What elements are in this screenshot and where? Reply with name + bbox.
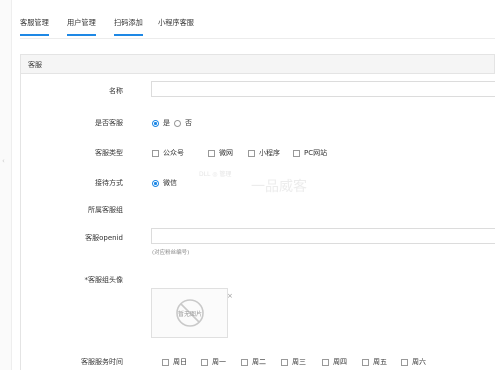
- weekday-sunday[interactable]: 周日: [162, 357, 187, 367]
- openid-input[interactable]: [151, 228, 495, 244]
- openid-hint: (对应粉丝编号): [152, 250, 190, 256]
- weekday-tuesday[interactable]: 周二: [241, 357, 266, 367]
- checkbox-icon: [201, 358, 208, 366]
- radio-checked-icon: [152, 119, 159, 127]
- tab-bar: 客服管理 用户管理 扫码添加 小程序客服: [20, 13, 495, 39]
- is-service-label: 是否客服: [95, 119, 123, 127]
- checkbox-icon: [152, 149, 159, 157]
- checkbox-icon: [241, 358, 248, 366]
- service-type-label: 客服类型: [95, 149, 123, 157]
- weekday-saturday-label: 周六: [412, 358, 426, 366]
- weekday-tuesday-label: 周二: [252, 358, 266, 366]
- watermark-logo: 一品威客: [251, 179, 307, 195]
- weekday-thursday-label: 周四: [333, 358, 347, 366]
- no-image-icon: 暂无图片: [176, 299, 204, 327]
- watermark-small: DLL ◎ 管理: [199, 171, 232, 178]
- weekday-friday[interactable]: 周五: [362, 357, 387, 367]
- checkbox-icon: [293, 149, 300, 157]
- checkbox-icon: [248, 149, 255, 157]
- avatar-placeholder[interactable]: 暂无图片: [151, 288, 228, 338]
- avatar-placeholder-text: 暂无图片: [178, 310, 202, 318]
- avatar-label: *客服组头像: [84, 276, 124, 284]
- reception-method-option-wechat[interactable]: 微信: [152, 178, 177, 188]
- is-service-option-yes[interactable]: 是: [152, 118, 170, 128]
- service-time-label: 客服服务时间: [81, 358, 123, 366]
- weekday-sunday-label: 周日: [173, 358, 187, 366]
- checkbox-icon: [208, 149, 215, 157]
- openid-label: 客服openid: [85, 234, 123, 242]
- left-sidebar-edge: ‹: [0, 0, 12, 370]
- radio-checked-icon: [152, 179, 159, 187]
- service-type-wechat-official[interactable]: 公众号: [152, 148, 184, 158]
- weekday-monday[interactable]: 周一: [201, 357, 226, 367]
- weekday-friday-label: 周五: [373, 358, 387, 366]
- service-type-micro-site[interactable]: 微网: [208, 148, 233, 158]
- weekday-thursday[interactable]: 周四: [322, 357, 347, 367]
- tab-service-management[interactable]: 客服管理: [20, 18, 49, 36]
- service-form: 名称 是否客服 是 否 客服类型 公众号 微网 小程序 PC网站 接待方式 微信…: [20, 74, 495, 370]
- service-type-wechat-official-label: 公众号: [163, 149, 184, 157]
- checkbox-icon: [362, 358, 369, 366]
- service-group-label: 所属客服组: [88, 206, 123, 214]
- is-service-option-no[interactable]: 否: [174, 118, 192, 128]
- panel-header: 客服: [20, 54, 495, 74]
- name-label: 名称: [109, 87, 123, 95]
- service-type-pc-site[interactable]: PC网站: [293, 148, 327, 158]
- tab-scan-add[interactable]: 扫码添加: [114, 18, 143, 36]
- checkbox-icon: [162, 358, 169, 366]
- checkbox-icon: [401, 358, 408, 366]
- avatar-remove-icon[interactable]: ×: [227, 292, 233, 300]
- weekday-monday-label: 周一: [212, 358, 226, 366]
- service-type-pc-site-label: PC网站: [304, 149, 328, 157]
- checkbox-icon: [281, 358, 288, 366]
- weekday-wednesday-label: 周三: [292, 358, 306, 366]
- radio-unchecked-icon: [174, 119, 181, 127]
- reception-method-option-wechat-label: 微信: [163, 179, 177, 187]
- collapse-chevron-icon[interactable]: ‹: [2, 157, 5, 165]
- tab-user-management[interactable]: 用户管理: [67, 18, 96, 36]
- service-type-micro-site-label: 微网: [219, 149, 233, 157]
- service-type-mini-program[interactable]: 小程序: [248, 148, 280, 158]
- reception-method-label: 接待方式: [95, 179, 123, 187]
- panel-title: 客服: [28, 61, 42, 69]
- name-input[interactable]: [151, 81, 495, 97]
- is-service-option-yes-label: 是: [163, 119, 170, 127]
- checkbox-icon: [322, 358, 329, 366]
- tab-mini-program-service[interactable]: 小程序客服: [158, 18, 194, 34]
- is-service-option-no-label: 否: [185, 119, 192, 127]
- service-type-mini-program-label: 小程序: [259, 149, 280, 157]
- weekday-saturday[interactable]: 周六: [401, 357, 426, 367]
- weekday-wednesday[interactable]: 周三: [281, 357, 306, 367]
